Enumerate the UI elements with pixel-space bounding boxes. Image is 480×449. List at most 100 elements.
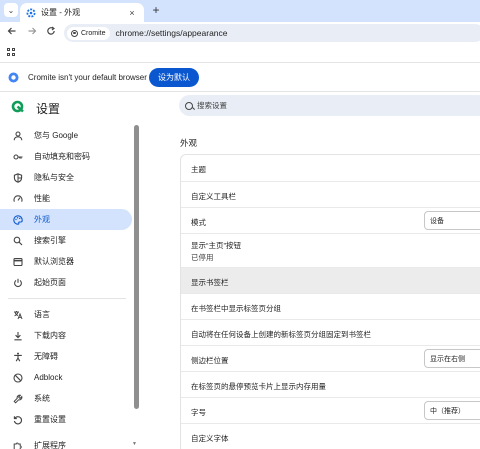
setting-row-font-size: 字号 中（推荐） — [181, 397, 480, 423]
tab-search-button[interactable]: ⌄ — [4, 3, 18, 17]
sidebar-item-label: 扩展程序 — [34, 441, 66, 449]
sidebar-item-on-startup[interactable]: 起始页面 — [0, 272, 132, 293]
tab-title: 设置 - 外观 — [41, 8, 81, 17]
sidebar-item-extensions[interactable]: 扩展程序 — [0, 435, 132, 449]
reload-button[interactable] — [44, 26, 58, 40]
sidebar-scrollbar[interactable] — [134, 125, 139, 409]
shield-icon — [13, 172, 23, 183]
sidebar-item-accessibility[interactable]: 无障碍 — [0, 346, 132, 367]
translate-icon — [13, 310, 23, 320]
setting-label: 显示“主页”按钮 — [191, 241, 241, 250]
arrow-right-icon — [28, 27, 37, 35]
setting-row-theme[interactable]: 主题 — [181, 155, 480, 181]
side-panel-position-select[interactable]: 显示在右侧 — [424, 349, 480, 368]
tab-strip: ⌄ 设置 - 外观 × + — [0, 0, 480, 22]
sidebar-item-languages[interactable]: 语言 — [0, 304, 132, 325]
setting-row-tab-groups-in-bookmarks[interactable]: 在书签栏中显示标签页分组 — [181, 293, 480, 319]
setting-row-home-button[interactable]: 显示“主页”按钮 已停用 — [181, 233, 480, 267]
setting-label: 自动将在任何设备上创建的新标签页分组固定到书签栏 — [191, 330, 371, 339]
sidebar-item-label: 隐私与安全 — [34, 173, 74, 182]
setting-label: 字号 — [191, 408, 206, 417]
sidebar-item-label: 默认浏览器 — [34, 257, 74, 266]
sidebar-item-label: 无障碍 — [34, 352, 58, 361]
font-size-select[interactable]: 中（推荐） — [424, 401, 480, 420]
sidebar-item-you-and-google[interactable]: 您与 Google — [0, 125, 132, 146]
sidebar-item-reset[interactable]: 重置设置 — [0, 409, 132, 430]
setting-label: 侧边栏位置 — [191, 356, 229, 365]
setting-label: 自定义字体 — [191, 434, 229, 443]
sidebar-item-search-engine[interactable]: 搜索引擎 — [0, 230, 132, 251]
sidebar-item-appearance[interactable]: 外观 — [0, 209, 132, 230]
cromite-icon — [8, 72, 19, 83]
extension-icon — [13, 441, 23, 449]
url-text[interactable]: chrome://settings/appearance — [116, 28, 228, 38]
key-icon — [13, 152, 23, 162]
setting-row-customize-toolbar[interactable]: 自定义工具栏 — [181, 181, 480, 207]
search-input[interactable] — [197, 101, 397, 110]
sidebar-divider — [8, 298, 126, 299]
site-info-chip[interactable]: Cromite — [67, 26, 110, 40]
appearance-settings-card: 主题 自定义工具栏 模式 设备 显示“主页”按钮 已停用 显示书签栏 在书签栏中… — [180, 154, 480, 449]
sidebar-item-autofill[interactable]: 自动填充和密码 — [0, 146, 132, 167]
accessibility-icon — [13, 352, 23, 362]
apps-grid-icon[interactable] — [7, 48, 15, 56]
setting-label: 在标签页的悬停预览卡片上显示内存用量 — [191, 382, 326, 391]
scroll-down-arrow-icon[interactable]: ▼ — [132, 441, 137, 447]
mode-select[interactable]: 设备 — [424, 211, 480, 230]
sidebar-item-system[interactable]: 系统 — [0, 388, 132, 409]
set-default-button[interactable]: 设为默认 — [149, 68, 199, 87]
sidebar-item-downloads[interactable]: 下载内容 — [0, 325, 132, 346]
site-chip-label: Cromite — [81, 29, 106, 37]
sidebar-item-label: 您与 Google — [34, 131, 79, 140]
sidebar-item-label: 起始页面 — [34, 278, 66, 287]
sidebar-item-label: 自动填充和密码 — [34, 152, 90, 161]
chevron-down-icon: ⌄ — [7, 5, 15, 15]
download-icon — [13, 331, 23, 341]
sidebar-item-label: 性能 — [34, 194, 50, 203]
bookmarks-bar — [0, 44, 480, 60]
settings-search-box[interactable] — [179, 95, 480, 116]
search-icon — [13, 236, 23, 246]
settings-logo-icon — [11, 100, 24, 113]
sidebar-item-label: 搜索引擎 — [34, 236, 66, 245]
new-tab-button[interactable]: + — [149, 4, 163, 18]
person-icon — [13, 130, 23, 141]
back-button[interactable] — [5, 26, 19, 40]
sidebar-item-label: Adblock — [34, 373, 63, 382]
setting-row-show-bookmarks-bar[interactable]: 显示书签栏 — [181, 267, 480, 293]
setting-label: 显示书签栏 — [191, 278, 229, 287]
palette-icon — [13, 214, 23, 225]
arrow-left-icon — [7, 27, 16, 35]
setting-sublabel: 已停用 — [191, 253, 214, 262]
block-icon — [13, 372, 23, 383]
page-title: 设置 — [36, 102, 61, 116]
setting-label: 自定义工具栏 — [191, 192, 236, 201]
setting-label: 模式 — [191, 218, 206, 227]
infobar-message: Cromite isn't your default browser — [28, 73, 147, 82]
sidebar-item-privacy[interactable]: 隐私与安全 — [0, 167, 132, 188]
reload-icon — [47, 26, 55, 35]
sidebar-item-label: 外观 — [34, 215, 50, 224]
power-icon — [13, 278, 23, 288]
setting-row-mode: 模式 设备 — [181, 207, 480, 233]
setting-row-auto-pin-tab-groups[interactable]: 自动将在任何设备上创建的新标签页分组固定到书签栏 — [181, 319, 480, 345]
sidebar-item-performance[interactable]: 性能 — [0, 188, 132, 209]
sidebar-item-label: 语言 — [34, 310, 50, 319]
default-browser-infobar: Cromite isn't your default browser 设为默认 — [0, 62, 480, 92]
close-tab-icon[interactable]: × — [126, 8, 138, 18]
address-bar[interactable]: Cromite chrome://settings/appearance — [64, 24, 480, 42]
setting-row-memory-usage-hover[interactable]: 在标签页的悬停预览卡片上显示内存用量 — [181, 371, 480, 397]
speedometer-icon — [13, 194, 23, 204]
browser-icon — [13, 257, 23, 267]
cromite-icon — [71, 29, 78, 37]
forward-button[interactable] — [25, 26, 39, 40]
sidebar-item-label: 下载内容 — [34, 331, 66, 340]
sidebar-item-label: 系统 — [34, 394, 50, 403]
sidebar-item-adblock[interactable]: Adblock — [0, 367, 132, 388]
tab-settings[interactable]: 设置 - 外观 × — [20, 3, 144, 22]
setting-row-customize-fonts[interactable]: 自定义字体 — [181, 423, 480, 449]
wrench-icon — [13, 394, 23, 404]
search-icon — [185, 101, 193, 110]
sidebar-item-default-browser[interactable]: 默认浏览器 — [0, 251, 132, 272]
setting-label: 在书签栏中显示标签页分组 — [191, 304, 281, 313]
